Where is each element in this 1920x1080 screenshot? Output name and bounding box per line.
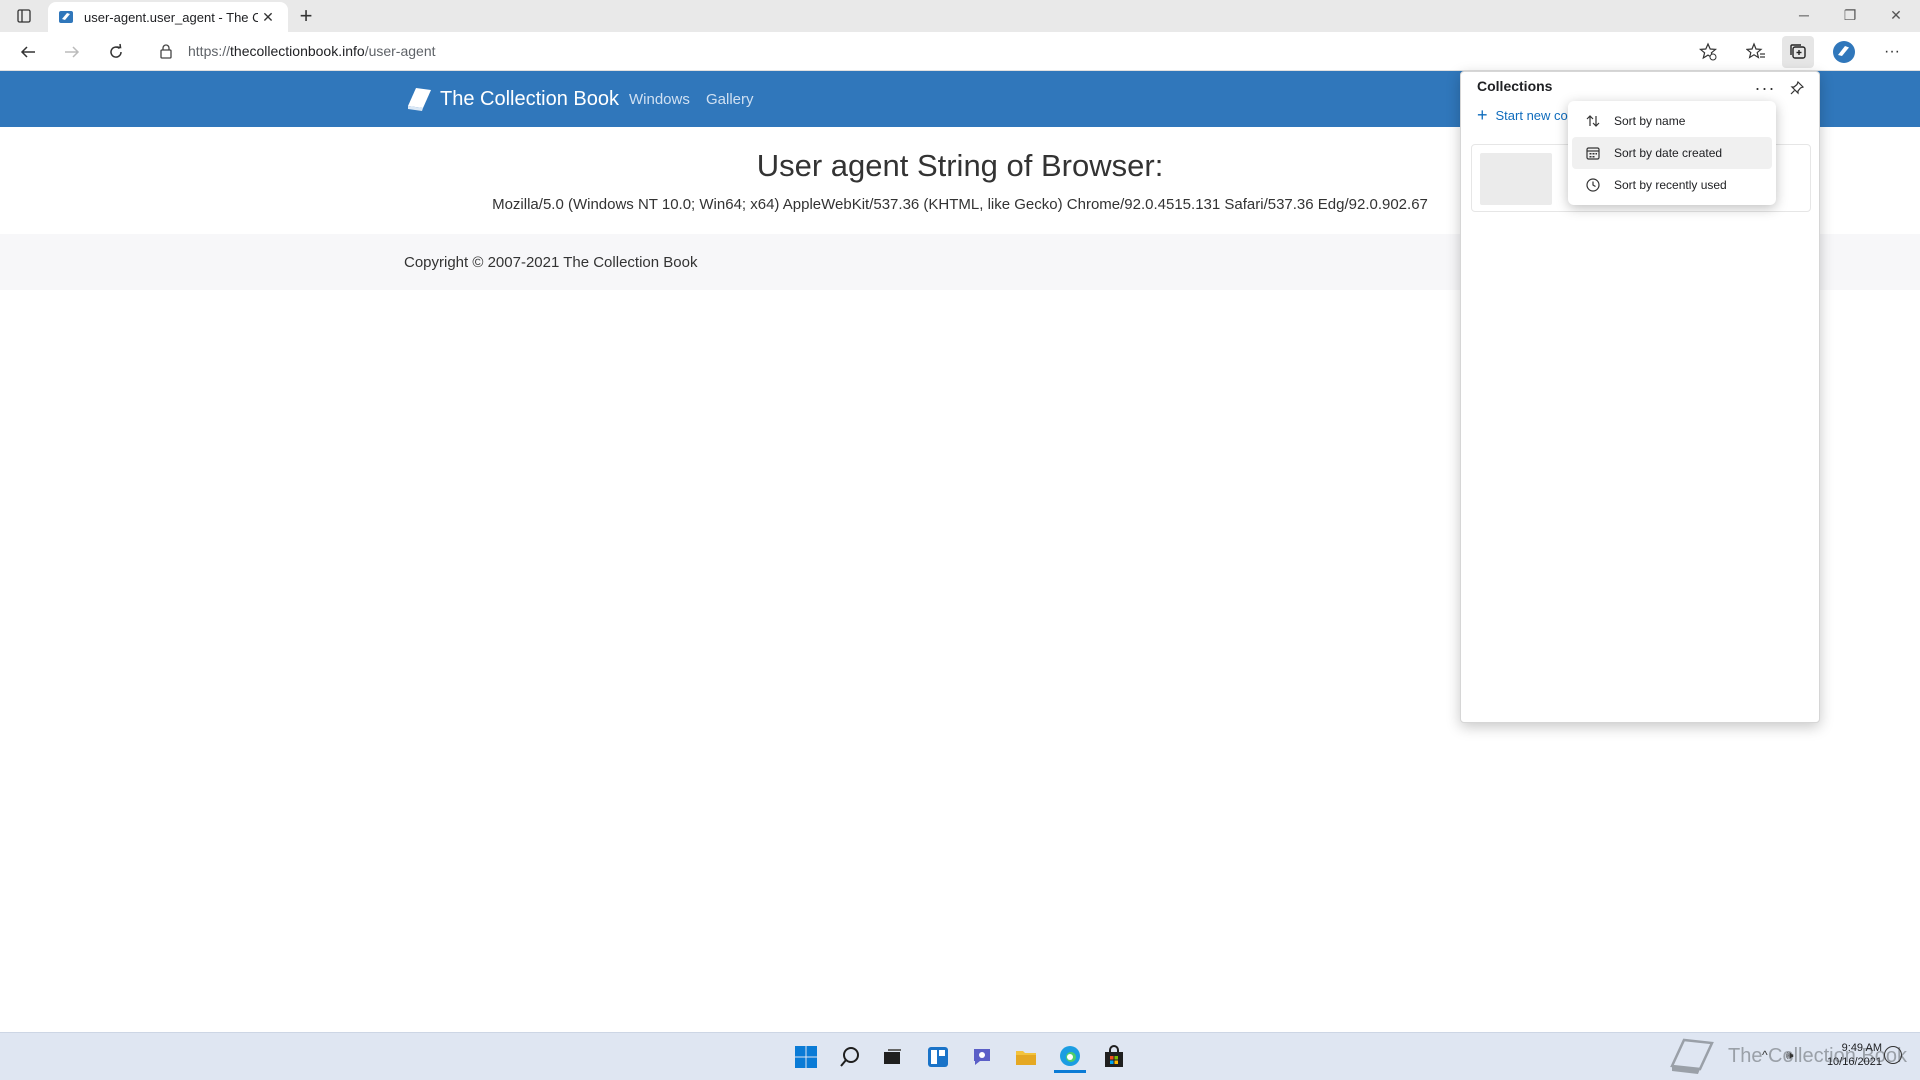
clock-date: 10/16/2021 <box>1826 1056 1882 1068</box>
window-close-button[interactable]: ✕ <box>1873 0 1919 30</box>
sort-by-name-label: Sort by name <box>1614 114 1686 128</box>
browser-tab[interactable]: user-agent.user_agent - The Coll ✕ <box>48 2 288 32</box>
book-watermark-icon <box>1670 1038 1714 1074</box>
brand-name: The Collection Book <box>440 87 619 110</box>
tray-overflow-icon[interactable]: ^ <box>1762 1048 1768 1062</box>
url-host: thecollectionbook.info <box>230 43 365 59</box>
chat-icon <box>974 1049 990 1065</box>
star-add-icon <box>1698 42 1718 61</box>
calendar-icon <box>1584 144 1602 162</box>
favorites-button[interactable] <box>1740 36 1772 68</box>
refresh-icon <box>110 43 122 58</box>
collection-book-favicon-icon <box>59 11 73 23</box>
favorites-icon <box>1746 42 1765 59</box>
copyright-text: Copyright © 2007-2021 The Collection Boo… <box>404 254 698 271</box>
start-new-collection-button[interactable]: + Start new co <box>1477 105 1568 126</box>
forward-arrow-icon <box>65 46 80 58</box>
url-path: /user-agent <box>364 43 436 59</box>
book-logo-icon <box>408 88 431 111</box>
edge-icon <box>1060 1045 1080 1066</box>
taskbar <box>0 1032 1920 1080</box>
task-view-icon <box>884 1049 901 1064</box>
url-scheme: https:// <box>188 43 231 59</box>
tab-actions-button[interactable] <box>8 4 40 28</box>
restore-button[interactable]: ❐ <box>1827 0 1873 30</box>
back-arrow-icon <box>20 46 35 58</box>
sort-by-recently-used-item[interactable]: Sort by recently used <box>1572 169 1772 201</box>
address-bar[interactable]: https://thecollectionbook.info/user-agen… <box>148 35 1708 67</box>
collections-more-button[interactable]: ··· <box>1751 76 1779 100</box>
collections-title: Collections <box>1477 78 1553 94</box>
sort-by-date-created-item[interactable]: Sort by date created <box>1572 137 1772 169</box>
clock-icon <box>1584 176 1602 194</box>
forward-button[interactable] <box>56 36 88 68</box>
collections-icon <box>1790 44 1806 59</box>
start-button[interactable] <box>790 1041 822 1073</box>
file-explorer-button[interactable] <box>1010 1041 1042 1073</box>
back-button[interactable] <box>12 36 44 68</box>
windows-logo-icon <box>795 1046 817 1068</box>
nav-windows-link[interactable]: Windows <box>629 91 690 108</box>
taskbar-search-button[interactable] <box>834 1041 866 1073</box>
sort-menu: Sort by name Sort by date created Sort b… <box>1568 101 1776 205</box>
taskbar-clock[interactable]: 9:49 AM 10/16/2021 <box>1810 1041 1882 1069</box>
minimize-button[interactable]: ─ <box>1781 0 1827 30</box>
notification-icon[interactable] <box>1884 1046 1902 1064</box>
start-new-label: Start new co <box>1495 108 1568 123</box>
widgets-icon <box>928 1047 948 1067</box>
edge-taskbar-button[interactable] <box>1054 1041 1086 1073</box>
task-view-button[interactable] <box>876 1041 908 1073</box>
store-button[interactable] <box>1098 1041 1130 1073</box>
teams-chat-button[interactable] <box>966 1041 998 1073</box>
clock-time: 9:49 AM <box>1841 1042 1882 1054</box>
browser-toolbar: https://thecollectionbook.info/user-agen… <box>0 32 1920 71</box>
sort-by-date-created-label: Sort by date created <box>1614 146 1723 160</box>
folder-icon <box>1016 1051 1036 1065</box>
profile-button[interactable] <box>1828 36 1860 68</box>
widgets-button[interactable] <box>922 1041 954 1073</box>
store-bag-icon <box>1105 1045 1123 1067</box>
search-icon <box>840 1047 859 1067</box>
plus-icon: + <box>1477 105 1488 125</box>
tab-close-icon[interactable]: ✕ <box>258 7 278 27</box>
pin-button[interactable] <box>1783 76 1811 100</box>
refresh-button[interactable] <box>100 36 132 68</box>
sort-by-name-item[interactable]: Sort by name <box>1572 105 1772 137</box>
nav-gallery-link[interactable]: Gallery <box>706 91 754 108</box>
tab-strip: user-agent.user_agent - The Coll ✕ + ─ ❐… <box>0 0 1920 32</box>
profile-avatar-icon <box>1833 41 1855 63</box>
lock-icon[interactable] <box>158 43 174 59</box>
settings-more-button[interactable]: ··· <box>1876 36 1908 68</box>
sort-by-recently-used-label: Sort by recently used <box>1614 178 1727 192</box>
tab-title: user-agent.user_agent - The Coll <box>84 9 258 25</box>
tab-actions-icon <box>17 9 31 23</box>
collections-button[interactable] <box>1782 36 1814 68</box>
collection-thumbnail <box>1480 153 1552 205</box>
sort-arrows-icon <box>1584 112 1602 130</box>
volume-icon[interactable]: 🕪 <box>1786 1048 1794 1063</box>
add-favorite-button[interactable] <box>1692 36 1724 68</box>
new-tab-button[interactable]: + <box>292 3 320 28</box>
pin-icon <box>1790 80 1805 95</box>
site-brand[interactable]: The Collection Book <box>404 83 619 115</box>
